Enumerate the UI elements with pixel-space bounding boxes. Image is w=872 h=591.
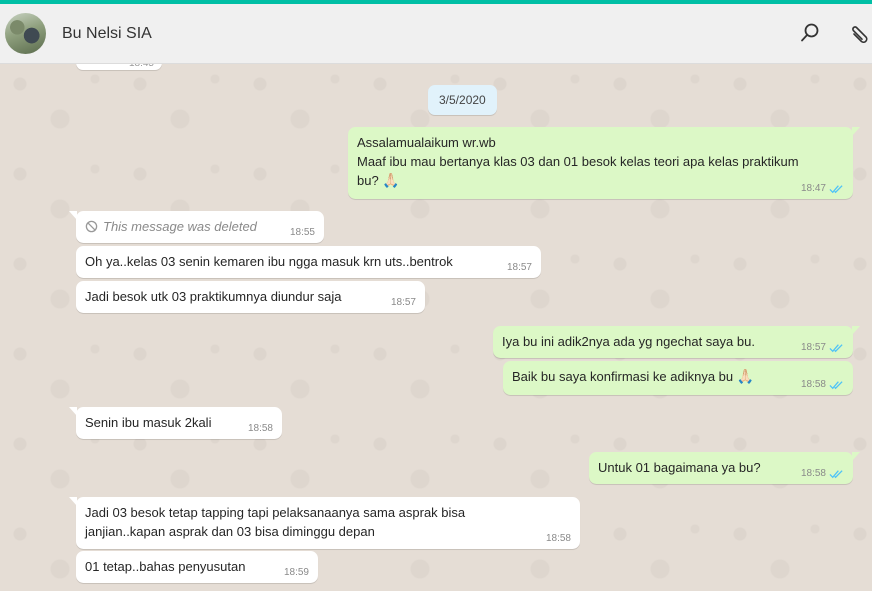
message-incoming[interactable]: Senin ibu masuk 2kali 18:58 — [69, 407, 282, 439]
message-time: 18:58 — [545, 533, 571, 544]
message-text-line: Maaf ibu mau bertanya klas 03 dan 01 bes… — [357, 154, 799, 169]
double-check-icon — [829, 470, 843, 479]
message-incoming[interactable]: Jadi besok utk 03 praktikumnya diundur s… — [76, 281, 425, 313]
chat-header: Bu Nelsi SIA — [0, 4, 872, 64]
message-outgoing[interactable]: Baik bu saya konfirmasi ke adiknya bu 🙏🏻… — [503, 361, 853, 395]
message-time: 18:55 — [289, 227, 315, 238]
avatar[interactable] — [5, 13, 46, 54]
message-meta: 18:47 — [801, 183, 844, 195]
message-text-line: janjian..kapan asprak dan 03 bisa diming… — [85, 524, 375, 539]
paperclip-icon[interactable] — [846, 21, 870, 45]
message-meta: 18:58 — [546, 533, 571, 545]
message-text: Senin ibu masuk 2kali — [85, 415, 212, 430]
message-time: 18:58 — [800, 468, 826, 479]
message-text: Iya bu ini adik2nya ada yg ngechat saya … — [502, 334, 755, 349]
message-incoming-deleted[interactable]: This message was deleted 18:55 — [69, 211, 324, 243]
message-time: 18:58 — [800, 379, 826, 390]
double-check-icon — [829, 381, 843, 390]
message-text-line: Baik bu saya konfirmasi ke adiknya bu 🙏🏻 — [512, 368, 755, 384]
previous-message-fragment: 18:45 — [76, 64, 162, 70]
message-text: Jadi besok utk 03 praktikumnya diundur s… — [85, 289, 342, 304]
message-text: This message was deleted — [103, 219, 257, 234]
message-outgoing[interactable]: Iya bu ini adik2nya ada yg ngechat saya … — [493, 326, 860, 358]
message-incoming[interactable]: Jadi 03 besok tetap tapping tapi pelaksa… — [69, 497, 580, 549]
message-time: 18:57 — [390, 297, 416, 308]
message-incoming[interactable]: Oh ya..kelas 03 senin kemaren ibu ngga m… — [76, 246, 541, 278]
message-text-line: Assalamualaikum wr.wb — [357, 135, 496, 150]
message-meta: 18:59 — [284, 567, 309, 579]
message-text: 01 tetap..bahas penyusutan — [85, 559, 246, 574]
message-outgoing[interactable]: Untuk 01 bagaimana ya bu? 18:58 — [589, 452, 860, 484]
date-chip: 3/5/2020 — [428, 85, 497, 115]
message-list[interactable]: 18:45 3/5/2020 Assalamualaikum wr.wb Maa… — [0, 64, 872, 591]
message-meta: 18:58 — [801, 468, 844, 480]
message-text: Oh ya..kelas 03 senin kemaren ibu ngga m… — [85, 254, 453, 269]
message-outgoing[interactable]: Assalamualaikum wr.wb Maaf ibu mau berta… — [348, 127, 860, 199]
double-check-icon — [829, 344, 843, 353]
blocked-icon — [85, 220, 98, 233]
double-check-icon — [829, 185, 843, 194]
message-meta: 18:58 — [248, 423, 273, 435]
message-text-line: bu? 🙏🏻 — [357, 172, 400, 188]
message-meta: 18:57 — [507, 262, 532, 274]
message-meta: 18:55 — [290, 227, 315, 239]
contact-name[interactable]: Bu Nelsi SIA — [62, 25, 152, 43]
message-meta: 18:58 — [801, 379, 844, 391]
message-time: 18:59 — [283, 567, 309, 578]
message-text-line: Jadi 03 besok tetap tapping tapi pelaksa… — [85, 505, 466, 520]
message-incoming[interactable]: 01 tetap..bahas penyusutan 18:59 — [76, 551, 318, 583]
folded-hands-emoji: 🙏🏻 — [382, 172, 400, 188]
message-meta: 18:57 — [391, 297, 416, 309]
message-time: 18:57 — [506, 262, 532, 273]
message-time: 18:57 — [800, 342, 826, 353]
message-time: 18:58 — [247, 423, 273, 434]
message-meta: 18:57 — [801, 342, 844, 354]
message-time: 18:47 — [800, 183, 826, 194]
search-icon[interactable] — [798, 21, 822, 45]
folded-hands-emoji: 🙏🏻 — [736, 368, 755, 384]
